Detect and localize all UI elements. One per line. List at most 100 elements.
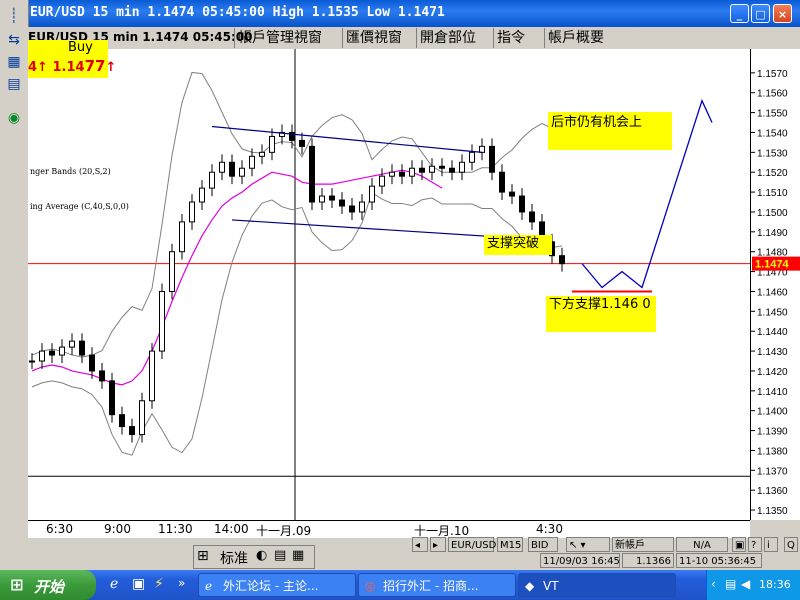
trend-line [231, 219, 513, 239]
tab-quotes[interactable]: 匯價視窗 [342, 28, 405, 48]
window-title: EUR/USD 15 min 1.1474 05:45:00 High 1.15… [30, 5, 445, 20]
task-label: 招行外汇 - 招商... [383, 579, 479, 593]
datetime-field: 11-10 05:36:45 [676, 553, 762, 568]
tab-open-positions[interactable]: 開倉部位 [416, 28, 479, 48]
cursor-tool-icon[interactable]: ↖ ▾ [566, 537, 610, 552]
tab-orders[interactable]: 指令 [493, 28, 528, 48]
candle-body [169, 251, 175, 292]
task-label: VT [543, 579, 559, 593]
candle-body [409, 167, 415, 177]
candle-body [349, 205, 355, 213]
symbol-field[interactable]: EUR/USD [448, 537, 496, 552]
y-tick-label: 1.1500 [757, 208, 788, 219]
candle-body [519, 195, 525, 213]
lock-icon[interactable]: ▣ [732, 537, 746, 552]
candle-body [29, 360, 35, 363]
candle-body [59, 346, 65, 356]
candle-body [139, 400, 145, 436]
info-icon[interactable]: i [764, 537, 778, 552]
tab-account-management[interactable]: 帳戶管理視窗 [234, 28, 325, 48]
standard-toolbar[interactable]: ⊞ 标准 ◐ ▤ ▦ [193, 545, 315, 569]
y-tick-label: 1.1360 [757, 486, 788, 497]
candle-body [99, 370, 105, 382]
network-icon[interactable]: ▤ [725, 577, 736, 591]
date-price-field: 11/09/03 16:45 [540, 553, 620, 568]
y-tick-label: 1.1450 [757, 307, 788, 318]
candle-body [419, 167, 425, 173]
exchange-arrows-icon[interactable]: ⇆ [4, 30, 24, 50]
candle-body [429, 165, 435, 173]
candle-body [509, 191, 515, 197]
y-tick-label: 1.1530 [757, 148, 788, 159]
candle-body [89, 354, 95, 372]
question-icon[interactable]: ? [748, 537, 762, 552]
quick-launch-icon[interactable]: ⚡ [154, 576, 164, 592]
candle-body [129, 426, 135, 436]
tab-account-summary[interactable]: 帳戶概要 [544, 28, 607, 48]
volume-icon[interactable]: ◀ [741, 577, 750, 591]
moving-average-label: ing Average (C,40,S,0,0) [30, 202, 129, 211]
candle-body [439, 165, 445, 169]
candle-body [559, 255, 565, 265]
bollinger-label: nger Bands (20,S,2) [30, 167, 111, 176]
task-forum[interactable]: ℯ 外汇论坛 - 主论... [198, 573, 356, 597]
y-tick-label: 1.1520 [757, 168, 788, 179]
candle-body [499, 171, 505, 193]
task-vt[interactable]: ◆ VT [518, 573, 676, 597]
scroll-right-button[interactable]: ▸ [430, 537, 446, 552]
windows-logo-icon: ⊞ [10, 575, 24, 594]
task-label: 外汇论坛 - 主论... [223, 579, 319, 593]
candle-body [369, 185, 375, 203]
note-support-level: 下方支撑1.146 0 [546, 296, 656, 332]
grid-icon[interactable]: ▦ [4, 52, 24, 72]
task-cmb-forex[interactable]: ◎ 招行外汇 - 招商... [358, 573, 516, 597]
na-field: N/A [676, 537, 728, 552]
taskbar: ⊞ 开始 ℯ ▣ ⚡ » ℯ 外汇论坛 - 主论... ◎ 招行外汇 - 招商.… [0, 570, 800, 600]
bid-field[interactable]: BID [528, 537, 558, 552]
minimize-button[interactable]: _ [730, 4, 749, 23]
toolbar-grip-icon: ⊞ [197, 548, 209, 564]
buy-panel[interactable]: Buy 4↑ 1.1477↑ [28, 40, 116, 78]
clock: 18:36 [759, 578, 791, 591]
candle-body [239, 167, 245, 177]
new-account-field[interactable]: 新帳戶 [612, 537, 674, 552]
candle-body [179, 221, 185, 253]
ie-icon[interactable]: ℯ [110, 576, 118, 592]
candle-body [229, 161, 235, 177]
candle-body [109, 380, 115, 416]
timeframe-field[interactable]: M15 [497, 537, 523, 552]
candle-body [379, 175, 385, 187]
candle-body [329, 195, 335, 201]
candle-body [199, 187, 205, 203]
close-button[interactable]: × [773, 4, 792, 23]
candle-body [529, 211, 535, 223]
list-icon[interactable]: ▤ [4, 74, 24, 94]
desktop-icon[interactable]: ▣ [132, 576, 145, 592]
expand-icon[interactable]: » [178, 576, 185, 590]
y-tick-label: 1.1540 [757, 128, 788, 139]
title-bar: EUR/USD 15 min 1.1474 05:45:00 High 1.15… [28, 0, 800, 27]
moon-icon[interactable]: ◐ [256, 548, 267, 563]
globe-icon[interactable]: ◉ [4, 108, 24, 128]
candle-body [319, 195, 325, 203]
y-tick-label: 1.1490 [757, 228, 788, 239]
calendar-icon[interactable]: ▤ [274, 548, 286, 563]
y-tick-label: 1.1440 [757, 327, 788, 338]
candle-body [389, 171, 395, 177]
buy-label: Buy [68, 40, 93, 55]
x-tick-label: 6:30 [46, 522, 73, 536]
price-axis: 1.1570 1.1560 1.1550 1.1540 1.1530 1.1520 1.15… [750, 49, 800, 520]
y-tick-label: 1.1430 [757, 347, 788, 358]
maximize-button[interactable]: □ [751, 4, 770, 23]
q-field[interactable]: Q [784, 537, 798, 552]
start-button[interactable]: ⊞ 开始 [0, 570, 96, 600]
price-axis-canvas: 1.1570 1.1560 1.1550 1.1540 1.1530 1.1520 1.15… [751, 69, 800, 517]
system-tray: ‹ ▤ ◀ 18:36 [706, 570, 800, 600]
candle-body [339, 199, 345, 207]
scroll-left-button[interactable]: ◂ [412, 537, 428, 552]
candle-body [79, 340, 85, 356]
bollinger-upper-band [31, 71, 563, 358]
tray-expand-icon[interactable]: ‹ [711, 577, 716, 591]
grip-icon[interactable]: ┊ [4, 6, 24, 26]
keyboard-icon[interactable]: ▦ [292, 548, 304, 563]
